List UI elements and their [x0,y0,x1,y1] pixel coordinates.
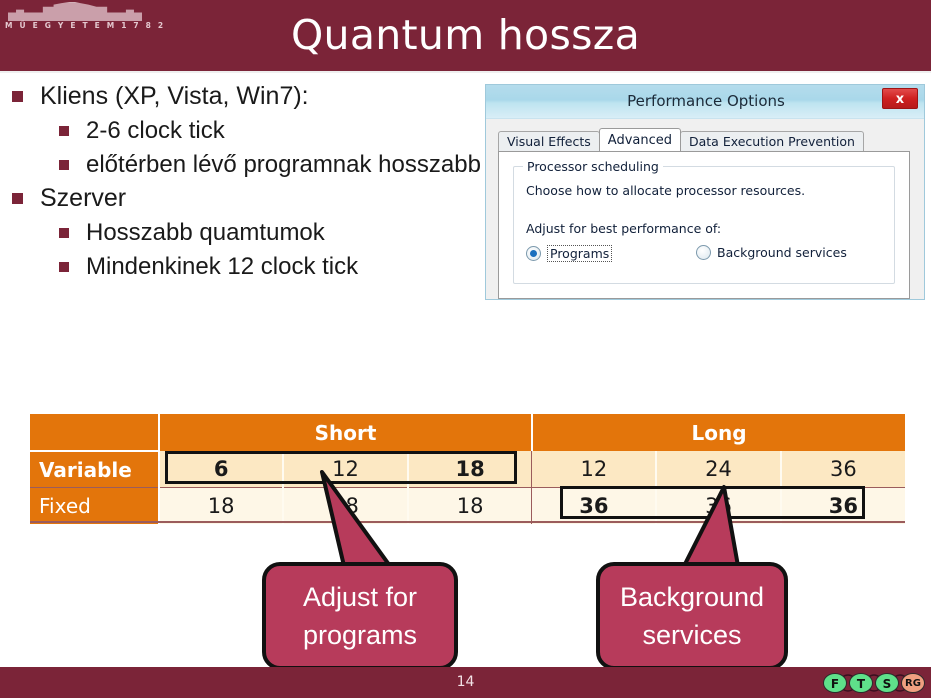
bullet-square-icon [12,91,23,102]
slide: Quantum hossza Kliens (XP, Vista, Win7):… [0,0,931,698]
university-logo-caption: M Ű E G Y E T E M 1 7 8 2 [5,21,166,30]
bullet-label: Mindenkinek 12 clock tick [86,253,359,280]
table-row-label-fixed: Fixed [30,487,160,524]
logo-node-t: T [849,673,873,693]
bullet-square-icon [59,262,69,272]
dialog-tabstrip: Visual Effects Advanced Data Execution P… [498,128,864,151]
tab-data-execution-prevention[interactable]: Data Execution Prevention [680,131,864,151]
group-description: Choose how to allocate processor resourc… [526,183,806,198]
table-group-header-long: Long [531,414,905,451]
bullet-label: Kliens (XP, Vista, Win7): [40,82,309,110]
table-row-label-variable: Variable [30,450,160,488]
title-divider [0,71,931,73]
list-item: Szerver [12,182,482,215]
radio-selected-icon[interactable] [526,246,541,261]
callout-line-1: Adjust for [302,582,418,612]
tab-panel-advanced: Processor scheduling Choose how to alloc… [498,151,910,299]
radio-label-programs: Programs [547,245,613,262]
logo-node-f: F [823,673,847,693]
slide-footer: 14 [0,667,931,698]
cell-variable-long-1: 12 [531,451,658,488]
list-item: Kliens (XP, Vista, Win7): [12,80,482,113]
radio-label-background-services: Background services [717,245,847,260]
list-item: Mindenkinek 12 clock tick [12,250,482,283]
callout-background-services: Background services [596,485,796,670]
bullet-list: Kliens (XP, Vista, Win7): 2-6 clock tick… [12,80,482,284]
university-building-icon [8,2,142,21]
research-group-logo: F T S RG [823,669,927,697]
bullet-label: 2-6 clock tick [86,117,225,144]
callout-body-background: Background services [596,562,788,670]
performance-options-dialog: Performance Options x Visual Effects Adv… [485,84,925,300]
bullet-square-icon [59,126,69,136]
table-header-row: Short Long [30,414,905,451]
tab-visual-effects[interactable]: Visual Effects [498,131,600,151]
group-legend: Processor scheduling [523,159,663,174]
university-logo: M Ű E G Y E T E M 1 7 8 2 [5,2,166,30]
list-item: Hosszabb quamtumok [12,216,482,249]
callout-line-2: programs [302,620,418,650]
bullet-label: Hosszabb quamtumok [86,219,325,246]
radio-option-background-services[interactable]: Background services [696,245,847,260]
dialog-title: Performance Options [627,92,785,110]
page-number: 14 [456,674,475,690]
cell-variable-long-3: 36 [780,451,905,488]
dialog-titlebar: Performance Options x [486,85,924,119]
list-item: 2-6 clock tick [12,114,482,147]
close-icon[interactable]: x [882,88,918,109]
callout-line-1: Background [619,582,765,612]
callout-adjust-for-programs: Adjust for programs [262,470,472,670]
logo-node-s: S [875,673,899,693]
callout-body-adjust: Adjust for programs [262,562,458,670]
callout-line-2: services [642,620,742,650]
bullet-square-icon [59,160,69,170]
cell-fixed-long-3: 36 [780,487,905,524]
radio-unselected-icon[interactable] [696,245,711,260]
bullet-label: előtérben lévő programnak hosszabb [86,151,481,178]
dialog-body: Visual Effects Advanced Data Execution P… [486,119,924,299]
bullet-square-icon [12,193,23,204]
table-group-header-short: Short [159,414,533,451]
bullet-label: Szerver [40,184,127,212]
logo-node-rg: RG [901,673,925,693]
cell-variable-long-2: 24 [656,451,782,488]
list-item: előtérben lévő programnak hosszabb [12,148,482,181]
processor-scheduling-radio-group: Programs Background services [526,245,886,265]
table-corner-cell [30,414,160,451]
radio-option-programs[interactable]: Programs [526,245,613,262]
bullet-square-icon [59,228,69,238]
group-prompt: Adjust for best performance of: [526,221,722,236]
tab-advanced[interactable]: Advanced [598,128,681,151]
processor-scheduling-group: Processor scheduling Choose how to alloc… [513,159,895,284]
